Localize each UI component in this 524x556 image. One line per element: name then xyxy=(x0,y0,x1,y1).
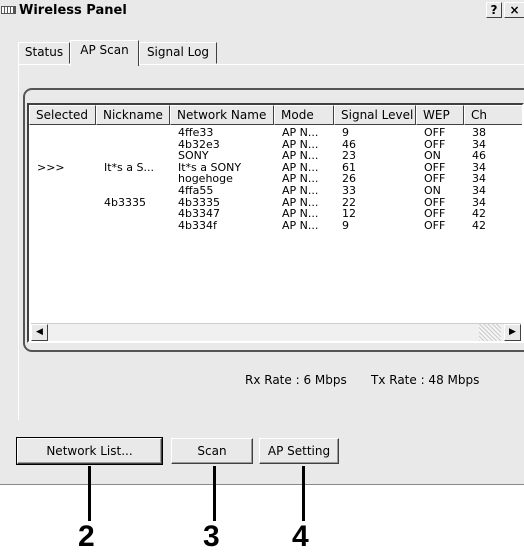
cell-signal-level: 9 xyxy=(342,218,349,232)
close-button[interactable]: × xyxy=(504,2,524,18)
callout-number-2: 2 xyxy=(78,520,95,553)
cell-signal-level: 9 xyxy=(342,126,349,139)
column-nickname[interactable]: Nickname xyxy=(96,105,170,125)
rx-rate: Rx Rate : 6 Mbps xyxy=(245,373,347,387)
cell-nickname: It*s a S... xyxy=(104,160,154,174)
cell-signal-level: 12 xyxy=(342,207,356,221)
cell-nickname: 4b3335 xyxy=(104,195,146,209)
help-button[interactable]: ? xyxy=(486,2,502,18)
cell-network-name: 4b3347 xyxy=(178,207,220,221)
arrow-left-icon[interactable]: ◀ xyxy=(31,324,48,341)
scroll-thumb[interactable] xyxy=(479,324,501,341)
cell-mode: AP N... xyxy=(282,218,319,232)
cell-network-name: 4ffa55 xyxy=(178,183,214,197)
tab-status[interactable]: Status xyxy=(18,42,70,64)
list-header: Selected Nickname Network Name Mode Sign… xyxy=(29,105,522,125)
window-title: Wireless Panel xyxy=(19,3,127,18)
tab-signal-log[interactable]: Signal Log xyxy=(139,42,217,64)
callout-line-4 xyxy=(302,466,305,521)
column-mode[interactable]: Mode xyxy=(274,105,334,125)
scan-button[interactable]: Scan xyxy=(171,438,253,464)
callout-number-3: 3 xyxy=(203,520,220,553)
cell-mode: AP N... xyxy=(282,126,319,139)
column-ch[interactable]: Ch xyxy=(464,105,522,125)
ap-scan-list[interactable]: Selected Nickname Network Name Mode Sign… xyxy=(27,103,524,343)
cell-network-name: 4b334f xyxy=(178,218,217,232)
cell-ch: 34 xyxy=(472,183,486,197)
callout-number-4: 4 xyxy=(292,520,309,553)
cell-wep: OFF xyxy=(424,218,446,232)
column-wep[interactable]: WEP xyxy=(416,105,464,125)
cell-ch: 42 xyxy=(472,218,486,232)
cell-network-name: 4ffe33 xyxy=(178,126,214,139)
wireless-panel-window: Wireless Panel ? × Status AP Scan Signal… xyxy=(0,0,524,485)
column-selected[interactable]: Selected xyxy=(29,105,96,125)
callout-line-2 xyxy=(88,466,91,521)
cell-ch: 42 xyxy=(472,207,486,221)
tab-ap-scan[interactable]: AP Scan xyxy=(70,40,139,66)
cell-wep: OFF xyxy=(424,207,446,221)
cell-wep: OFF xyxy=(424,126,446,139)
horizontal-scrollbar[interactable]: ◀ ▶ xyxy=(31,323,521,341)
tx-rate: Tx Rate : 48 Mbps xyxy=(371,373,480,387)
column-signal-level[interactable]: Signal Level xyxy=(334,105,416,125)
cell-wep: ON xyxy=(424,183,441,197)
column-network-name[interactable]: Network Name xyxy=(170,105,274,125)
cell-ch: 38 xyxy=(472,126,486,139)
arrow-right-icon[interactable]: ▶ xyxy=(504,324,521,341)
network-list-button[interactable]: Network List... xyxy=(16,437,163,465)
ap-setting-button[interactable]: AP Setting xyxy=(259,438,339,464)
cell-mode: AP N... xyxy=(282,207,319,221)
title-bar[interactable]: Wireless Panel ? × xyxy=(0,0,524,22)
cell-signal-level: 33 xyxy=(342,183,356,197)
wireless-app-icon xyxy=(1,6,16,14)
cell-mode: AP N... xyxy=(282,183,319,197)
cell-selected: >>> xyxy=(37,160,65,174)
callout-line-3 xyxy=(213,466,216,521)
